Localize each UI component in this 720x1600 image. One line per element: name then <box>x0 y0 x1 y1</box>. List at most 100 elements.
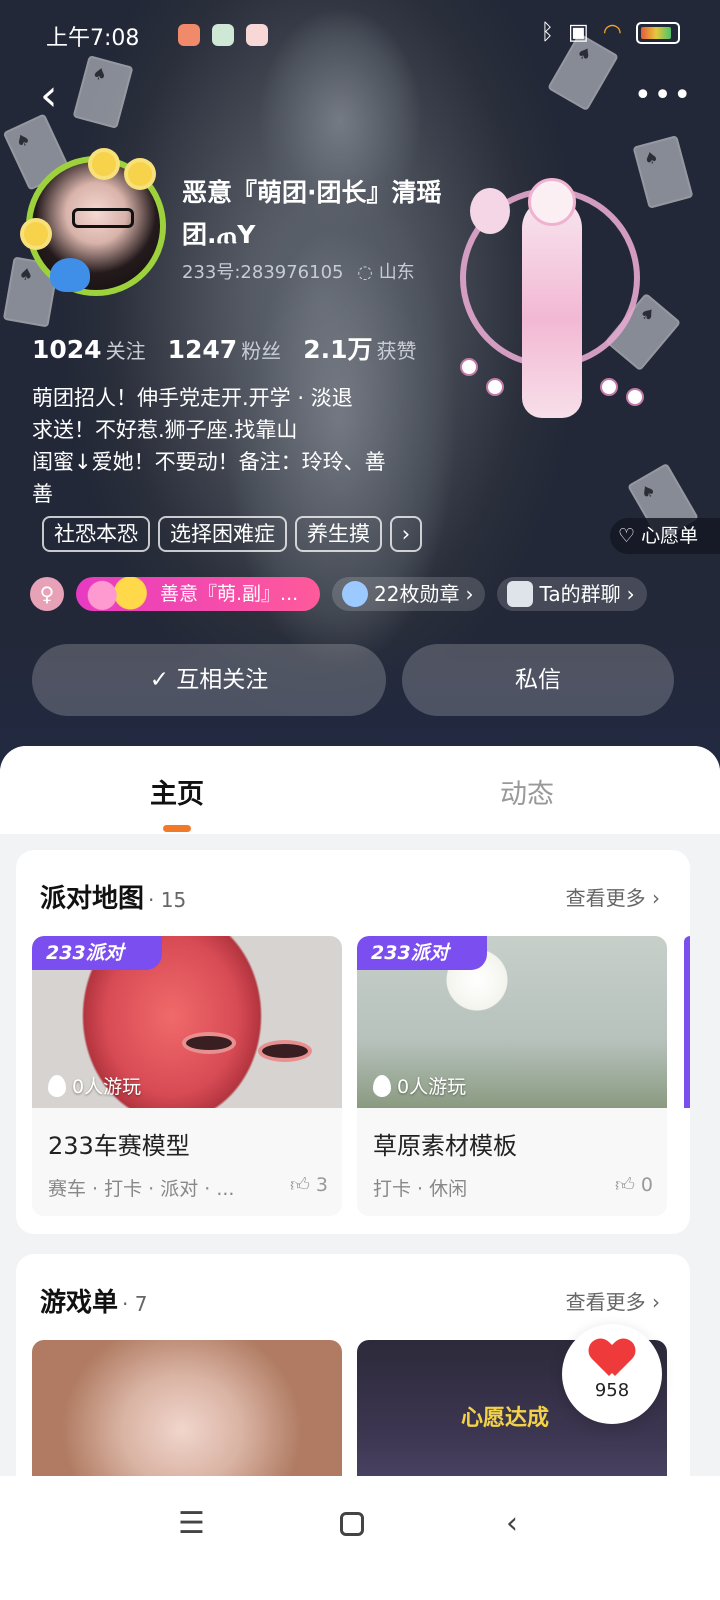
section-count: · 15 <box>148 888 187 912</box>
more-options-button[interactable]: ••• <box>634 78 691 118</box>
message-button[interactable]: 私信 <box>402 644 674 716</box>
group-chat-button[interactable]: Ta的群聊 › <box>497 577 647 611</box>
medals-button[interactable]: 22枚勋章 › <box>332 577 486 611</box>
play-count: 0人游玩 <box>48 1072 141 1099</box>
stat-followers[interactable]: 1247 粉丝 <box>168 335 282 364</box>
see-more-link[interactable]: 查看更多 › <box>566 1286 660 1315</box>
mutual-follow-button[interactable]: ✓ 互相关注 <box>32 644 386 716</box>
map-name: 233车赛模型 <box>48 1132 190 1160</box>
tags-expand-button[interactable]: › <box>390 516 422 552</box>
bio-line: 求送！不好惹.狮子座.找靠山 <box>32 418 298 442</box>
section-title-text: 派对地图 <box>40 884 145 914</box>
party-map-card[interactable]: 233派对 0人游玩 草原素材模板 打卡 · 休闲 👍︎ 0 <box>357 936 667 1216</box>
back-button[interactable]: ‹ <box>40 74 88 122</box>
section-count: · 7 <box>122 1292 148 1316</box>
group-badge-label: 善意『萌.副』... <box>160 583 299 605</box>
notification-app-icon <box>246 24 268 46</box>
tag-item[interactable]: 社恐本恐 <box>42 516 150 552</box>
chevron-right-icon: › <box>465 582 474 606</box>
flame-icon <box>48 1074 66 1097</box>
location-icon: ◌ <box>357 262 373 283</box>
like-fab-button[interactable]: 958 <box>562 1324 662 1424</box>
user-id-line: 233号:283976105 ◌ 山东 <box>182 258 415 284</box>
status-time: 上午7:08 <box>46 26 140 51</box>
play-count: 0人游玩 <box>373 1072 466 1099</box>
stat-label: 获赞 <box>376 339 417 363</box>
gender-female-icon: ♀ <box>30 577 64 611</box>
star-icon <box>80 577 154 611</box>
sim-icon: ▣ <box>568 20 589 45</box>
like-count[interactable]: 👍︎ 3 <box>290 1174 328 1197</box>
group-chat-label: Ta的群聊 <box>539 582 621 606</box>
stat-value: 1024 <box>32 335 102 364</box>
system-navigation-bar: ☰ ‹ <box>0 1476 720 1600</box>
medal-icon <box>342 581 368 607</box>
bio-line: 萌团招人！伸手党走开.开学 · 淡退 <box>32 386 353 410</box>
tab-feed[interactable]: 动态 <box>500 772 554 811</box>
outfit-lantern <box>460 358 478 376</box>
badge-row: ♀ 善意『萌.副』... 22枚勋章 › Ta的群聊 › <box>30 577 647 611</box>
flower-decoration <box>128 162 152 186</box>
menu-icon[interactable]: ☰ <box>178 1506 205 1541</box>
map-tags: 赛车 · 打卡 · 派对 · ... <box>48 1178 235 1200</box>
flower-decoration <box>92 152 116 176</box>
outfit-body <box>522 198 582 418</box>
section-title: 派对地图 · 15 <box>40 878 186 915</box>
bluetooth-icon: ᛒ <box>540 20 554 45</box>
map-name: 草原素材模板 <box>373 1132 517 1160</box>
section-title-text: 游戏单 <box>40 1288 119 1318</box>
follow-label: 互相关注 <box>176 667 269 693</box>
location: 山东 <box>378 262 415 283</box>
status-bar: 上午7:08 ᛒ ▣ ◠ <box>0 14 720 54</box>
avatar-frame-mascot <box>50 258 90 292</box>
thumbs-up-icon: 👍︎ <box>290 1174 310 1196</box>
avatar[interactable] <box>24 152 166 296</box>
group-badge[interactable]: 善意『萌.副』... <box>76 577 320 611</box>
party-map-section: 派对地图 · 15 查看更多 › 233派对 0人游玩 233车赛模型 赛车 · … <box>16 850 690 1234</box>
thumb-eye <box>182 1032 236 1054</box>
heart-outline-icon: ♡ <box>618 525 636 547</box>
flower-decoration <box>24 222 48 246</box>
party-map-card[interactable]: 233派对 0人游玩 233车赛模型 赛车 · 打卡 · 派对 · ... 👍︎… <box>32 936 342 1216</box>
profile-stats: 1024 关注 1247 粉丝 2.1万 获赞 <box>32 330 416 366</box>
bio-line: 善 <box>32 482 53 506</box>
stat-following[interactable]: 1024 关注 <box>32 335 146 364</box>
outfit-lantern <box>600 378 618 396</box>
tag-item[interactable]: 选择困难症 <box>158 516 287 552</box>
next-card-peek <box>684 936 690 1108</box>
game-list-card[interactable] <box>32 1340 342 1490</box>
wishlist-button[interactable]: ♡ 心愿单 <box>610 518 720 554</box>
check-icon: ✓ <box>149 667 169 693</box>
thumbs-up-icon: 👍︎ <box>615 1174 635 1196</box>
home-icon[interactable] <box>340 1512 364 1536</box>
tab-home[interactable]: 主页 <box>150 772 204 811</box>
back-icon[interactable]: ‹ <box>506 1506 518 1541</box>
stat-likes[interactable]: 2.1万 获赞 <box>303 330 416 366</box>
avatar-outfit-figure[interactable] <box>450 158 650 448</box>
user-id[interactable]: 233号:283976105 <box>182 262 344 283</box>
see-more-link[interactable]: 查看更多 › <box>566 882 660 911</box>
stat-value: 2.1万 <box>303 335 373 364</box>
stat-label: 粉丝 <box>241 339 282 363</box>
section-title: 游戏单 · 7 <box>40 1282 147 1319</box>
chevron-right-icon: › <box>626 582 635 606</box>
like-count-text: 3 <box>315 1174 328 1196</box>
outfit-head <box>528 178 576 226</box>
like-count[interactable]: 👍︎ 0 <box>615 1174 653 1197</box>
bio: 萌团招人！伸手党走开.开学 · 淡退 求送！不好惹.狮子座.找靠山 闺蜜↓爱她！… <box>32 382 432 510</box>
tab-indicator <box>163 825 191 832</box>
play-count-text: 0人游玩 <box>397 1076 467 1098</box>
medals-label: 22枚勋章 <box>374 582 460 606</box>
chat-icon <box>507 581 534 607</box>
heart-icon <box>591 1340 633 1378</box>
play-count-text: 0人游玩 <box>72 1076 142 1098</box>
flame-icon <box>373 1074 391 1097</box>
tag-item[interactable]: 养生摸 <box>295 516 382 552</box>
wishlist-label: 心愿单 <box>641 525 699 547</box>
like-fab-count: 958 <box>594 1380 630 1401</box>
stat-value: 1247 <box>167 335 238 364</box>
nickname: 恶意『萌团·团长』清瑶团.ጠY <box>182 178 442 249</box>
like-count-text: 0 <box>640 1174 653 1196</box>
avatar-glasses <box>72 208 134 228</box>
notification-app-icon <box>212 24 234 46</box>
